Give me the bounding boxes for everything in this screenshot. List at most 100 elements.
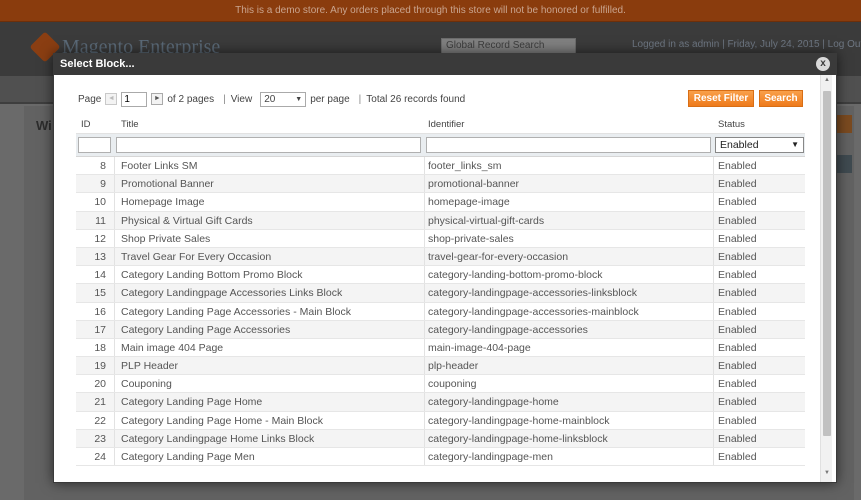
column-divider bbox=[424, 284, 425, 302]
table-row[interactable]: 20 Couponing couponing Enabled bbox=[76, 375, 805, 394]
per-page-value: 20 bbox=[264, 93, 276, 105]
scroll-down-icon[interactable]: ▼ bbox=[821, 470, 833, 480]
id-filter-input[interactable] bbox=[78, 137, 111, 153]
table-row[interactable]: 16 Category Landing Page Accessories - Ma… bbox=[76, 302, 805, 321]
cell-title: Physical & Virtual Gift Cards bbox=[121, 214, 253, 227]
cell-title: Travel Gear For Every Occasion bbox=[121, 250, 272, 263]
search-button[interactable]: Search bbox=[759, 90, 803, 107]
cell-status: Enabled bbox=[718, 250, 757, 263]
column-header-status[interactable]: Status bbox=[718, 119, 745, 130]
cell-identifier: category-landingpage-home-mainblock bbox=[428, 414, 610, 427]
table-row[interactable]: 8 Footer Links SM footer_links_sm Enabled bbox=[76, 157, 805, 176]
cell-id: 15 bbox=[94, 287, 106, 300]
column-divider bbox=[424, 302, 425, 320]
cell-status: Enabled bbox=[718, 196, 757, 209]
table-row[interactable]: 15 Category Landingpage Accessories Links… bbox=[76, 284, 805, 303]
column-header-id[interactable]: ID bbox=[81, 119, 91, 130]
column-divider bbox=[114, 266, 115, 284]
table-row[interactable]: 10 Homepage Image homepage-image Enabled bbox=[76, 193, 805, 212]
cell-identifier: main-image-404-page bbox=[428, 341, 531, 354]
page-count-text: of 2 pages bbox=[167, 93, 215, 105]
table-row[interactable]: 23 Category Landingpage Home Links Block c… bbox=[76, 429, 805, 448]
scroll-up-icon[interactable]: ▲ bbox=[821, 77, 833, 87]
table-row[interactable]: 12 Shop Private Sales shop-private-sales En… bbox=[76, 229, 805, 248]
table-row[interactable]: 18 Main image 404 Page main-image-404-page… bbox=[76, 338, 805, 358]
cell-status: Enabled bbox=[718, 323, 757, 336]
cell-status: Enabled bbox=[718, 160, 757, 172]
dialog-titlebar: Select Block... x bbox=[54, 54, 836, 75]
cell-title: Homepage Image bbox=[121, 196, 205, 209]
column-divider bbox=[114, 157, 115, 175]
grid-pager: Page ◄ ► of 2 pages | View 20 ▼ per page… bbox=[78, 90, 469, 108]
status-filter-value: Enabled bbox=[720, 139, 759, 151]
column-divider bbox=[713, 175, 714, 193]
chevron-down-icon: ▼ bbox=[295, 95, 303, 103]
dialog-scrollbar[interactable]: ▲ ▼ bbox=[820, 75, 832, 482]
cell-identifier: travel-gear-for-every-occasion bbox=[428, 250, 569, 263]
column-divider bbox=[424, 448, 425, 466]
table-row[interactable]: 21 Category Landing Page Home category-lan… bbox=[76, 393, 805, 412]
column-divider bbox=[114, 375, 115, 393]
cell-identifier: promotional-banner bbox=[428, 178, 520, 191]
table-row[interactable]: 24 Category Landing Page Men category-land… bbox=[76, 448, 805, 467]
cell-identifier: homepage-image bbox=[428, 196, 510, 209]
grid-header-row: ID Title Identifier Status bbox=[76, 115, 805, 134]
per-page-select[interactable]: 20 ▼ bbox=[260, 91, 307, 107]
table-row[interactable]: 19 PLP Header plp-header Enabled bbox=[76, 357, 805, 376]
column-header-title[interactable]: Title bbox=[121, 119, 139, 130]
column-divider bbox=[424, 357, 425, 375]
column-divider bbox=[713, 266, 714, 284]
blocks-grid: ID Title Identifier Status Enabled ▼ 8 Fo… bbox=[76, 115, 805, 467]
column-header-identifier[interactable]: Identifier bbox=[428, 119, 464, 130]
demo-notice-bar: This is a demo store. Any orders placed … bbox=[0, 0, 861, 22]
column-divider bbox=[424, 229, 425, 247]
column-divider bbox=[713, 411, 714, 429]
column-divider bbox=[424, 320, 425, 338]
column-divider bbox=[424, 429, 425, 447]
cell-identifier: physical-virtual-gift-cards bbox=[428, 214, 545, 227]
cell-id: 18 bbox=[94, 341, 106, 354]
cell-id: 23 bbox=[94, 432, 106, 445]
reset-filter-button[interactable]: Reset Filter bbox=[688, 90, 754, 107]
table-row[interactable]: 14 Category Landing Bottom Promo Block cat… bbox=[76, 266, 805, 285]
table-row[interactable]: 11 Physical & Virtual Gift Cards physical-… bbox=[76, 211, 805, 230]
cell-id: 20 bbox=[94, 378, 106, 391]
cell-identifier: category-landingpage-home bbox=[428, 396, 559, 409]
column-divider bbox=[114, 357, 115, 375]
column-divider bbox=[114, 429, 115, 447]
next-page-icon[interactable]: ► bbox=[151, 93, 164, 105]
dialog-body: Page ◄ ► of 2 pages | View 20 ▼ per page… bbox=[54, 75, 836, 482]
column-divider bbox=[114, 211, 115, 229]
logged-in-info: Logged in as admin | Friday, July 24, 20… bbox=[632, 39, 861, 50]
column-divider bbox=[713, 320, 714, 338]
total-records-text: Total 26 records found bbox=[366, 93, 466, 105]
column-divider bbox=[424, 266, 425, 284]
page-label: Page bbox=[78, 93, 102, 105]
title-filter-input[interactable] bbox=[116, 137, 421, 153]
column-divider bbox=[424, 193, 425, 211]
table-row[interactable]: 22 Category Landing Page Home - Main Bloc… bbox=[76, 411, 805, 430]
close-icon[interactable]: x bbox=[816, 57, 830, 71]
column-divider bbox=[713, 247, 714, 266]
table-row[interactable]: 9 Promotional Banner promotional-banner Ena… bbox=[76, 175, 805, 194]
cell-identifier: category-landingpage-home-linksblock bbox=[428, 432, 608, 445]
cell-id: 13 bbox=[94, 250, 106, 263]
cell-identifier: category-landingpage-accessories-mainblo… bbox=[428, 305, 639, 318]
cell-id: 19 bbox=[94, 360, 106, 373]
per-page-label: per page bbox=[310, 93, 350, 105]
column-divider bbox=[713, 357, 714, 375]
column-divider bbox=[713, 284, 714, 302]
table-row[interactable]: 17 Category Landing Page Accessories categ… bbox=[76, 320, 805, 339]
status-filter-select[interactable]: Enabled ▼ bbox=[715, 137, 804, 153]
page-number-input[interactable] bbox=[121, 91, 148, 107]
table-row[interactable]: 13 Travel Gear For Every Occasion travel-g… bbox=[76, 247, 805, 267]
global-search-input[interactable]: Global Record Search bbox=[441, 38, 576, 54]
cell-id: 24 bbox=[94, 451, 106, 463]
column-divider bbox=[114, 338, 115, 357]
cell-id: 21 bbox=[94, 396, 106, 409]
column-divider bbox=[114, 393, 115, 411]
cell-title: Couponing bbox=[121, 378, 172, 391]
identifier-filter-input[interactable] bbox=[426, 137, 711, 153]
prev-page-icon[interactable]: ◄ bbox=[105, 93, 118, 105]
scrollbar-thumb[interactable] bbox=[823, 91, 831, 436]
